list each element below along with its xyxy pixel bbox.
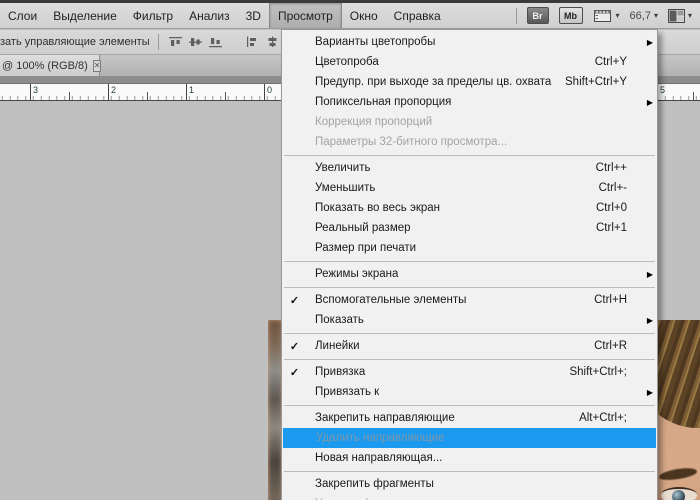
document-tab[interactable]: @ 100% (RGB/8) ✕ (0, 55, 102, 76)
menu-item-snap-to[interactable]: Привязать к ▶ (282, 382, 657, 402)
menu-item-screen-modes[interactable]: Режимы экрана ▶ (282, 264, 657, 284)
chevron-down-icon: ▾ (615, 11, 620, 20)
ruler-label: 2 (111, 85, 117, 95)
menu-separator (284, 471, 655, 472)
menubar-item-view[interactable]: Просмотр (268, 3, 342, 28)
submenu-arrow-icon: ▶ (646, 37, 653, 47)
menu-separator (284, 261, 655, 262)
menu-separator (284, 405, 655, 406)
submenu-arrow-icon: ▶ (646, 315, 653, 325)
menu-item-gamut-warning[interactable]: Предупр. при выходе за пределы цв. охват… (282, 72, 657, 92)
eye-region (661, 487, 697, 500)
menu-separator (284, 287, 655, 288)
distribute-left-edges-icon[interactable] (245, 35, 260, 49)
align-bottom-edges-icon[interactable] (208, 35, 223, 49)
submenu-arrow-icon: ▶ (646, 387, 653, 397)
menu-item-rulers[interactable]: ✓ Линейки Ctrl+R (282, 336, 657, 356)
zoom-level-dropdown[interactable]: 66,7 ▾ (630, 10, 658, 22)
align-buttons-group (168, 35, 300, 49)
chevron-down-icon: ▾ (687, 11, 692, 20)
arrange-documents-icon (667, 8, 685, 23)
document-tab-title: @ 100% (RGB/8) (2, 59, 88, 72)
menu-item-aspect-correction: Коррекция пропорций (315, 116, 433, 128)
menubar-item-layers[interactable]: Слои (0, 3, 45, 28)
bridge-button[interactable]: Br (526, 7, 549, 24)
menu-item-lock-slices[interactable]: Закрепить фрагменты (282, 474, 657, 494)
view-extras-icon (593, 10, 611, 22)
menu-item-lock-guides[interactable]: Закрепить направляющие Alt+Ctrl+; (282, 408, 657, 428)
menu-item-fit-on-screen[interactable]: Показать во весь экран Ctrl+0 (282, 198, 657, 218)
menu-item-32bit-options: Параметры 32-битного просмотра... (315, 136, 508, 148)
menu-item-print-size[interactable]: Размер при печати (282, 238, 657, 258)
checkmark-icon: ✓ (289, 294, 300, 307)
menubar-item-select[interactable]: Выделение (45, 3, 125, 28)
zoom-level-value: 66,7 (629, 9, 651, 22)
ruler-label: 0 (267, 85, 273, 95)
iris-region (672, 490, 685, 500)
menu-separator (284, 333, 655, 334)
checkmark-icon: ✓ (289, 340, 300, 353)
menu-item-actual-pixels[interactable]: Реальный размер Ctrl+1 (282, 218, 657, 238)
blurred-image-sliver (268, 320, 282, 500)
menubar-item-analysis[interactable]: Анализ (181, 3, 238, 28)
arrange-documents-button[interactable]: ▾ (667, 8, 692, 23)
menu-item-clear-guides[interactable]: Удалить направляющие (283, 428, 656, 448)
ruler-label: 5 (660, 85, 666, 95)
menubar-item-help[interactable]: Справка (386, 3, 449, 28)
submenu-arrow-icon: ▶ (646, 97, 653, 107)
menu-item-proof-setup[interactable]: Варианты цветопробы ▶ (282, 32, 657, 52)
distribute-horizontal-centers-icon[interactable] (265, 35, 280, 49)
minibridge-button[interactable]: Mb (558, 7, 583, 24)
chevron-down-icon: ▾ (653, 11, 658, 20)
divider (515, 7, 517, 24)
menu-item-extras[interactable]: ✓ Вспомогательные элементы Ctrl+H (282, 290, 657, 310)
show-transform-controls-label: зать управляющие элементы (0, 36, 150, 48)
eyebrow-region (658, 466, 698, 482)
menu-separator (284, 359, 655, 360)
menu-item-snap[interactable]: ✓ Привязка Shift+Ctrl+; (282, 362, 657, 382)
application-bar: Br Mb ▾ 66,7 ▾ ▾ (515, 3, 700, 28)
menubar-item-3d[interactable]: 3D (238, 3, 269, 28)
menubar-spacer (449, 3, 516, 28)
view-menu-dropdown: Варианты цветопробы ▶ Цветопроба Ctrl+Y … (281, 29, 658, 500)
menu-item-clear-slices: Удалить фрагменты (282, 494, 657, 500)
menu-item-zoom-out[interactable]: Уменьшить Ctrl+- (282, 178, 657, 198)
menu-item-new-guide[interactable]: Новая направляющая... (282, 448, 657, 468)
menubar-item-filter[interactable]: Фильтр (125, 3, 181, 28)
view-extras-button[interactable]: ▾ (593, 8, 620, 23)
menu-separator (284, 155, 655, 156)
menu-bar: Слои Выделение Фильтр Анализ 3D Просмотр… (0, 3, 700, 29)
menu-item-zoom-in[interactable]: Увеличить Ctrl++ (282, 158, 657, 178)
align-top-edges-icon[interactable] (168, 35, 183, 49)
checkmark-icon: ✓ (289, 366, 300, 379)
close-icon[interactable]: ✕ (92, 59, 102, 72)
menu-item-show[interactable]: Показать ▶ (282, 310, 657, 330)
ruler-label: 1 (189, 85, 195, 95)
submenu-arrow-icon: ▶ (646, 269, 653, 279)
align-vertical-centers-icon[interactable] (188, 35, 203, 49)
menu-item-pixel-aspect-ratio[interactable]: Попиксельная пропорция ▶ (282, 92, 657, 112)
ruler-label: 3 (33, 85, 39, 95)
divider (157, 34, 159, 50)
menubar-item-window[interactable]: Окно (342, 3, 386, 28)
menu-item-proof-colors[interactable]: Цветопроба Ctrl+Y (282, 52, 657, 72)
